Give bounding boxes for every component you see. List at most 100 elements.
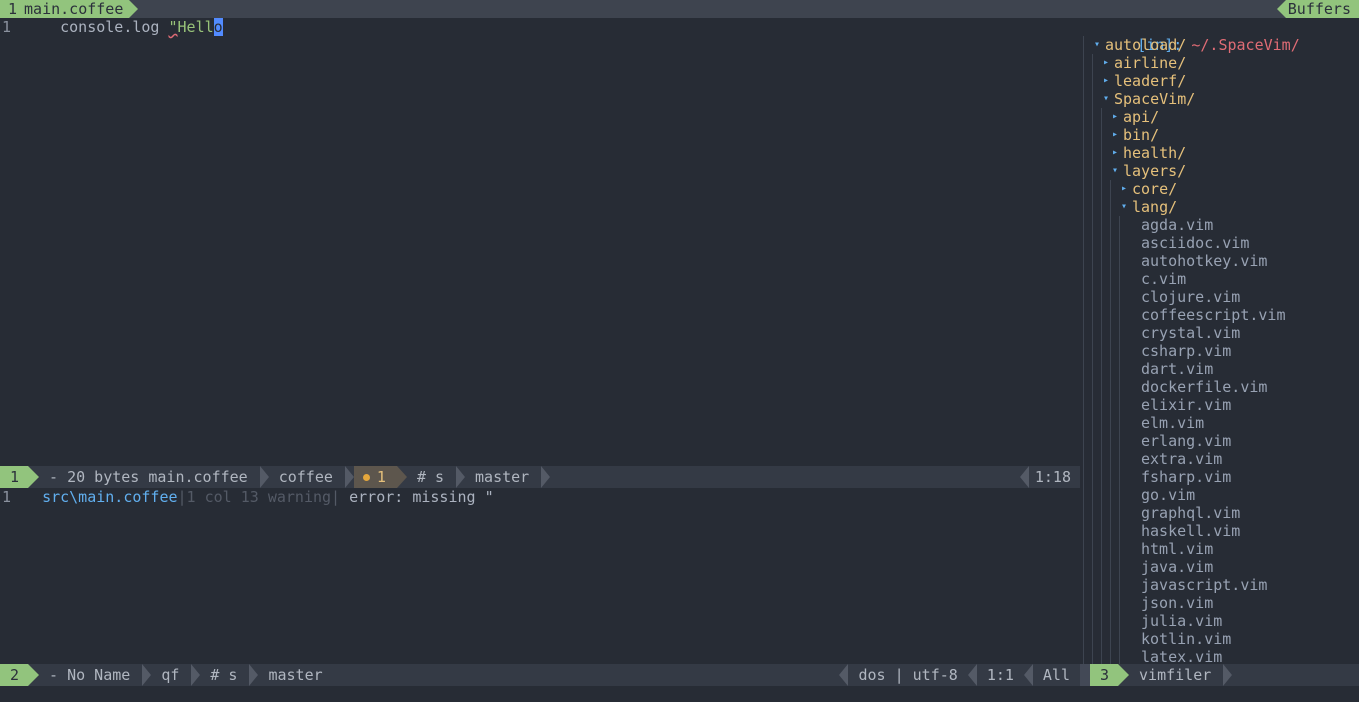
indent-guide (1089, 594, 1098, 612)
filetree-file-row[interactable]: elixir.vim (1080, 396, 1359, 414)
indent-guide (1098, 414, 1107, 432)
filetree-file-row[interactable]: html.vim (1080, 540, 1359, 558)
filetree-file-row[interactable]: crystal.vim (1080, 324, 1359, 342)
indent-guide (1080, 450, 1089, 468)
filetree-dir-row[interactable]: ▾ lang/ (1080, 198, 1359, 216)
vim-window: 1 main.coffee Buffers 1 console.log " He… (0, 0, 1359, 702)
filetree-dir-row[interactable]: ▾ SpaceVim/ (1080, 90, 1359, 108)
indent-guide (1080, 198, 1089, 216)
chevron-down-icon[interactable]: ▾ (1089, 36, 1105, 54)
statusline-sep-green-icon (28, 466, 40, 488)
filetree-file-row[interactable]: fsharp.vim (1080, 468, 1359, 486)
indent-guide (1116, 324, 1125, 342)
indent-guide (1089, 324, 1098, 342)
indent-guide (1089, 612, 1098, 630)
indent-guide (1080, 324, 1089, 342)
filetree-file-row[interactable]: agda.vim (1080, 216, 1359, 234)
filetree-dir-row[interactable]: ▾ layers/ (1080, 162, 1359, 180)
quickfix-row[interactable]: 1 src\main.coffee |1 col 13 warning| err… (0, 488, 1080, 506)
indent-guide (1089, 648, 1098, 664)
indent-guide (1116, 216, 1125, 234)
quickfix-pane[interactable]: 1 src\main.coffee |1 col 13 warning| err… (0, 488, 1080, 664)
filetree-file-row[interactable]: autohotkey.vim (1080, 252, 1359, 270)
filetree-file-row[interactable]: java.vim (1080, 558, 1359, 576)
file-name: clojure.vim (1141, 288, 1241, 306)
editor-pane[interactable]: 1 console.log " Hell o (0, 18, 1080, 466)
indent-guide (1089, 162, 1098, 180)
filetree-file-row[interactable]: haskell.vim (1080, 522, 1359, 540)
filetree-dir-row[interactable]: ▸ health/ (1080, 144, 1359, 162)
filetree-file-row[interactable]: json.vim (1080, 594, 1359, 612)
file-name: julia.vim (1141, 612, 1223, 630)
quickfix-file[interactable]: src\main.coffee (42, 488, 177, 506)
chevron-right-icon[interactable]: ▸ (1107, 108, 1123, 126)
filetree-file-row[interactable]: javascript.vim (1080, 576, 1359, 594)
filetree-file-row[interactable]: go.vim (1080, 486, 1359, 504)
indent-guide (1089, 144, 1098, 162)
filetree-dir-row[interactable]: ▸ leaderf/ (1080, 72, 1359, 90)
filetree-pane[interactable]: [in]: ~/.SpaceVim/ ▾ autoload/▸ airline/▸ l… (1080, 18, 1359, 664)
file-name: coffeescript.vim (1141, 306, 1286, 324)
chevron-down-icon[interactable]: ▾ (1098, 90, 1114, 108)
chevron-right-icon[interactable]: ▸ (1116, 180, 1132, 198)
filetree-file-row[interactable]: graphql.vim (1080, 504, 1359, 522)
filetree-file-row[interactable]: latex.vim (1080, 648, 1359, 664)
indent-guide (1107, 612, 1116, 630)
filetree-label-value: vimfiler (1139, 666, 1212, 684)
chevron-right-icon[interactable]: ▸ (1098, 54, 1114, 72)
quickfix-message: error: missing " (340, 488, 494, 506)
filetree-file-row[interactable]: dart.vim (1080, 360, 1359, 378)
file-name: asciidoc.vim (1141, 234, 1250, 252)
chevron-right-icon[interactable]: ▸ (1098, 72, 1114, 90)
statusline-file-info: - 20 bytes main.coffee (39, 466, 258, 488)
filetree-dir-row[interactable]: ▸ bin/ (1080, 126, 1359, 144)
indent-guide (1080, 126, 1089, 144)
spacer-icon (1125, 558, 1141, 576)
buffers-chevron-left-icon (1276, 0, 1286, 18)
statusline-sep-2-icon (344, 466, 354, 488)
filetree-dir-row[interactable]: ▸ airline/ (1080, 54, 1359, 72)
filetree-file-row[interactable]: erlang.vim (1080, 432, 1359, 450)
indent-guide (1116, 576, 1125, 594)
buffers-button[interactable]: Buffers (1285, 0, 1359, 18)
tab-main-coffee[interactable]: 1 main.coffee (0, 0, 130, 18)
filetree-file-row[interactable]: extra.vim (1080, 450, 1359, 468)
file-name: haskell.vim (1141, 522, 1241, 540)
chevron-down-icon[interactable]: ▾ (1107, 162, 1123, 180)
status-badge-warning[interactable]: 1 (353, 466, 397, 488)
statusline3-pad (1080, 664, 1090, 686)
file-name: c.vim (1141, 270, 1187, 288)
text-cursor: o (213, 18, 223, 36)
indent-guide (1116, 486, 1125, 504)
filetree-dir-row[interactable]: ▸ api/ (1080, 108, 1359, 126)
indent-guide (1107, 594, 1116, 612)
file-name: elixir.vim (1141, 396, 1232, 414)
filetree-file-row[interactable]: clojure.vim (1080, 288, 1359, 306)
indent-guide (1080, 414, 1089, 432)
indent-guide (1098, 252, 1107, 270)
indent-info-value: # s (416, 468, 445, 486)
indent-guide (1116, 612, 1125, 630)
filetree-dir-row[interactable]: ▸ core/ (1080, 180, 1359, 198)
tabline: 1 main.coffee Buffers (0, 0, 1359, 18)
filetree-file-row[interactable]: dockerfile.vim (1080, 378, 1359, 396)
command-line[interactable] (0, 686, 1359, 702)
filetree-file-row[interactable]: coffeescript.vim (1080, 306, 1359, 324)
spacer-icon (1125, 504, 1141, 522)
spacer-icon (1125, 540, 1141, 558)
indent-guide (1089, 234, 1098, 252)
chevron-right-icon[interactable]: ▸ (1107, 126, 1123, 144)
indent-guide (1098, 288, 1107, 306)
chevron-right-icon[interactable]: ▸ (1107, 144, 1123, 162)
filetree-file-row[interactable]: asciidoc.vim (1080, 234, 1359, 252)
chevron-down-icon[interactable]: ▾ (1116, 198, 1132, 216)
statusline-sep-3-icon (456, 466, 466, 488)
filetree-file-row[interactable]: kotlin.vim (1080, 630, 1359, 648)
filetree-file-row[interactable]: csharp.vim (1080, 342, 1359, 360)
filetree-file-row[interactable]: julia.vim (1080, 612, 1359, 630)
filetree-file-row[interactable]: elm.vim (1080, 414, 1359, 432)
filetree-file-row[interactable]: c.vim (1080, 270, 1359, 288)
indent-guide (1116, 414, 1125, 432)
filetree-header: [in]: ~/.SpaceVim/ (1080, 18, 1359, 54)
